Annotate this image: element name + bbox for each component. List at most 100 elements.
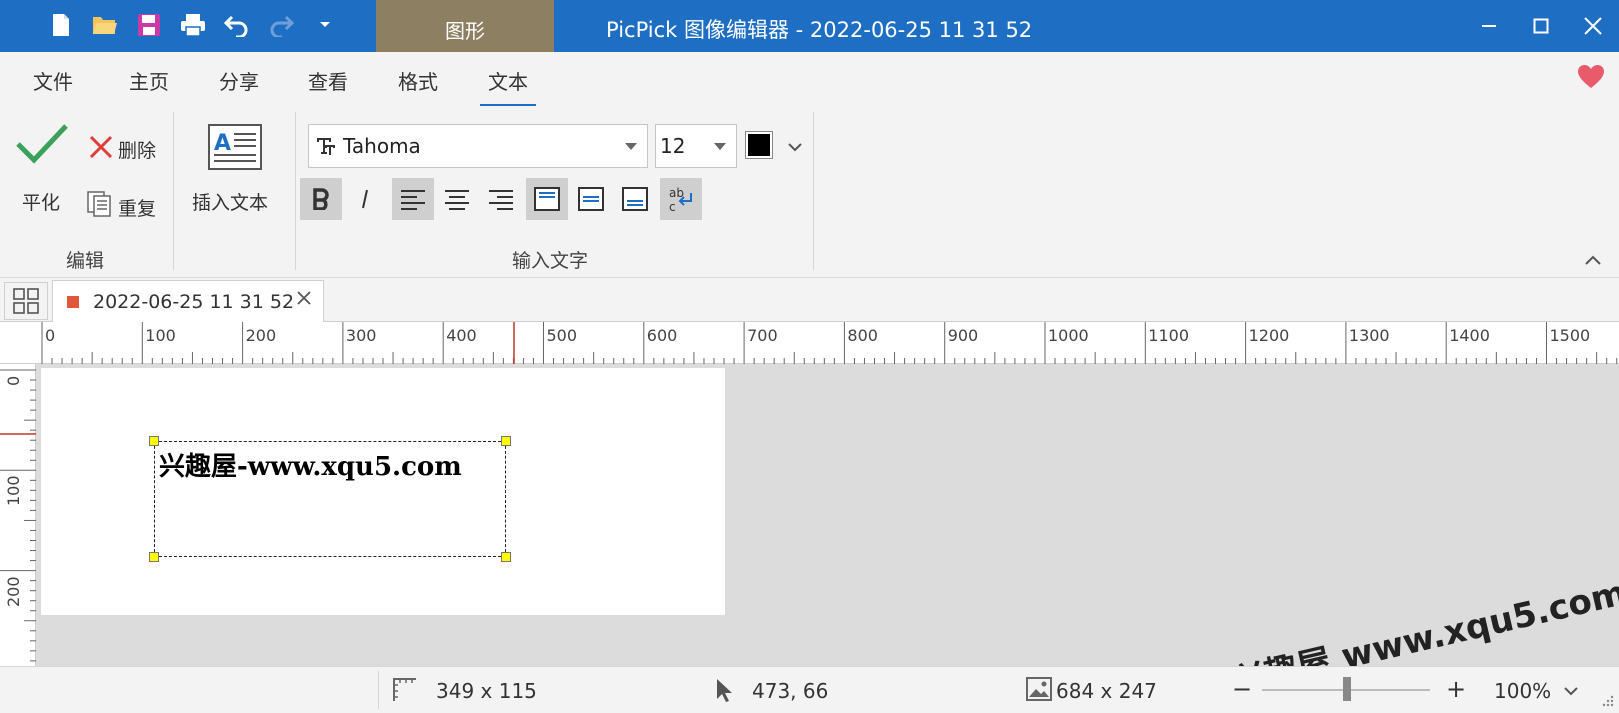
- window-controls: [1463, 0, 1619, 52]
- text-box-content[interactable]: 兴趣屋-www.xqu5.com: [159, 446, 462, 483]
- color-chevron-down-icon[interactable]: [788, 138, 802, 157]
- ruler-label: 1400: [1449, 326, 1490, 345]
- word-wrap-button[interactable]: ab c: [660, 178, 702, 220]
- collapse-ribbon-chevron-up-icon[interactable]: [1585, 250, 1601, 269]
- zoom-slider-thumb[interactable]: [1343, 677, 1351, 701]
- image-size-icon: [1026, 677, 1052, 701]
- heart-icon[interactable]: [1577, 64, 1605, 94]
- undo-icon[interactable]: [220, 8, 254, 42]
- ribbon-separator: [295, 112, 296, 270]
- document-tab-name: 2022-06-25 11 31 52: [93, 291, 295, 313]
- insert-text-button[interactable]: A 插入文本: [188, 116, 284, 216]
- tab-share[interactable]: 分享: [219, 66, 259, 95]
- ruler-label: 0: [4, 375, 23, 386]
- duplicate-button[interactable]: 重复: [86, 188, 166, 222]
- insert-text-label: 插入文本: [192, 192, 269, 214]
- delete-button[interactable]: 删除: [86, 130, 166, 164]
- align-left-icon: [401, 190, 425, 210]
- resize-handle-top-left[interactable]: [149, 436, 159, 446]
- bold-icon: [313, 188, 329, 210]
- resize-handle-bottom-right[interactable]: [501, 552, 511, 562]
- checkmark-icon: [16, 124, 68, 164]
- tab-home[interactable]: 主页: [129, 66, 169, 95]
- ruler-label: 200: [245, 326, 277, 345]
- valign-middle-button[interactable]: [570, 178, 612, 220]
- maximize-button[interactable]: [1515, 0, 1567, 52]
- open-folder-icon[interactable]: [88, 8, 122, 42]
- align-left-button[interactable]: [392, 178, 434, 220]
- tab-view[interactable]: 查看: [308, 66, 348, 95]
- tab-text[interactable]: 文本: [480, 66, 536, 107]
- edit-group-label: 编辑: [66, 250, 105, 272]
- text-box[interactable]: 兴趣屋-www.xqu5.com: [149, 436, 511, 562]
- align-center-icon: [445, 190, 469, 210]
- save-icon[interactable]: [132, 8, 166, 42]
- zoom-out-button[interactable]: −: [1232, 675, 1252, 703]
- thumbnail-grid-button[interactable]: [4, 282, 48, 320]
- align-center-button[interactable]: [436, 178, 478, 220]
- close-button[interactable]: [1567, 0, 1619, 52]
- ruler-label: 800: [847, 326, 878, 345]
- context-tab-graphics[interactable]: 图形: [376, 0, 554, 52]
- align-right-icon: [489, 190, 513, 210]
- customize-dropdown-icon[interactable]: [308, 8, 342, 42]
- valign-top-icon: [534, 187, 560, 211]
- ruler-label: 600: [646, 326, 678, 345]
- menu-bar: 文件 主页 分享 查看 格式 文本: [0, 52, 1619, 107]
- word-wrap-icon: abc: [669, 186, 692, 213]
- resize-grip-icon[interactable]: [1600, 695, 1614, 709]
- bold-button[interactable]: [300, 178, 342, 220]
- text-color-swatch[interactable]: [745, 131, 773, 159]
- duplicate-label: 重复: [118, 198, 157, 220]
- ruler-label: 1500: [1549, 326, 1591, 345]
- ruler-label: 100: [145, 326, 176, 345]
- italic-icon: [362, 189, 368, 209]
- status-bar: 349 x 115 473, 66 684 x 247 − + 100%: [0, 666, 1619, 713]
- zoom-level[interactable]: 100%: [1494, 679, 1551, 703]
- zoom-in-button[interactable]: +: [1446, 675, 1466, 703]
- ruler-label: 400: [446, 326, 477, 345]
- chevron-down-icon: [625, 143, 637, 150]
- new-file-icon[interactable]: [44, 8, 78, 42]
- font-family-combo[interactable]: Tahoma: [308, 124, 648, 168]
- image-canvas[interactable]: 兴趣屋-www.xqu5.com: [41, 368, 725, 615]
- italic-button[interactable]: [344, 178, 386, 220]
- window-title: PicPick 图像编辑器 - 2022-06-25 11 31 52: [606, 18, 1033, 42]
- ruler-label: 0: [45, 326, 56, 345]
- ruler-label: 1300: [1348, 326, 1390, 345]
- svg-text:A: A: [214, 131, 231, 156]
- valign-bottom-button[interactable]: [614, 178, 656, 220]
- font-family-value: Tahoma: [343, 134, 421, 158]
- ruler-label: 200: [4, 576, 23, 607]
- document-tab[interactable]: 2022-06-25 11 31 52: [52, 280, 324, 322]
- resize-handle-top-right[interactable]: [501, 436, 511, 446]
- print-icon[interactable]: [176, 8, 210, 42]
- redo-icon[interactable]: [264, 8, 298, 42]
- ruler-label: 700: [747, 326, 778, 345]
- minimize-button[interactable]: [1463, 0, 1515, 52]
- ribbon: 平化 删除 重复 编辑 A 插入文本 Tahoma 12 ab c 输入文字: [0, 106, 1619, 278]
- flatten-button[interactable]: 平化: [12, 116, 72, 216]
- ribbon-separator: [173, 112, 174, 270]
- delete-x-icon: [89, 135, 113, 159]
- zoom-chevron-down-icon[interactable]: [1564, 687, 1578, 697]
- delete-label: 删除: [118, 140, 157, 162]
- font-size-combo[interactable]: 12: [655, 124, 737, 168]
- tab-format[interactable]: 格式: [398, 66, 438, 95]
- ruler-label: 300: [345, 326, 377, 345]
- document-tab-bar: 2022-06-25 11 31 52: [0, 278, 1619, 322]
- status-separator: [378, 671, 379, 709]
- align-right-button[interactable]: [480, 178, 522, 220]
- selection-size-icon: [393, 678, 416, 701]
- valign-top-button[interactable]: [526, 178, 568, 220]
- title-bar: 图形 PicPick 图像编辑器 - 2022-06-25 11 31 52: [0, 0, 1619, 52]
- text-group-label: 输入文字: [512, 250, 589, 272]
- ruler-label: 1200: [1248, 326, 1290, 345]
- quick-access-toolbar: [44, 8, 342, 42]
- ruler-label: 1100: [1148, 326, 1190, 345]
- cursor-position: 473, 66: [752, 679, 829, 703]
- ruler-label: 900: [947, 326, 979, 345]
- tab-file[interactable]: 文件: [33, 66, 73, 95]
- close-tab-icon[interactable]: [295, 289, 313, 311]
- resize-handle-bottom-left[interactable]: [149, 552, 159, 562]
